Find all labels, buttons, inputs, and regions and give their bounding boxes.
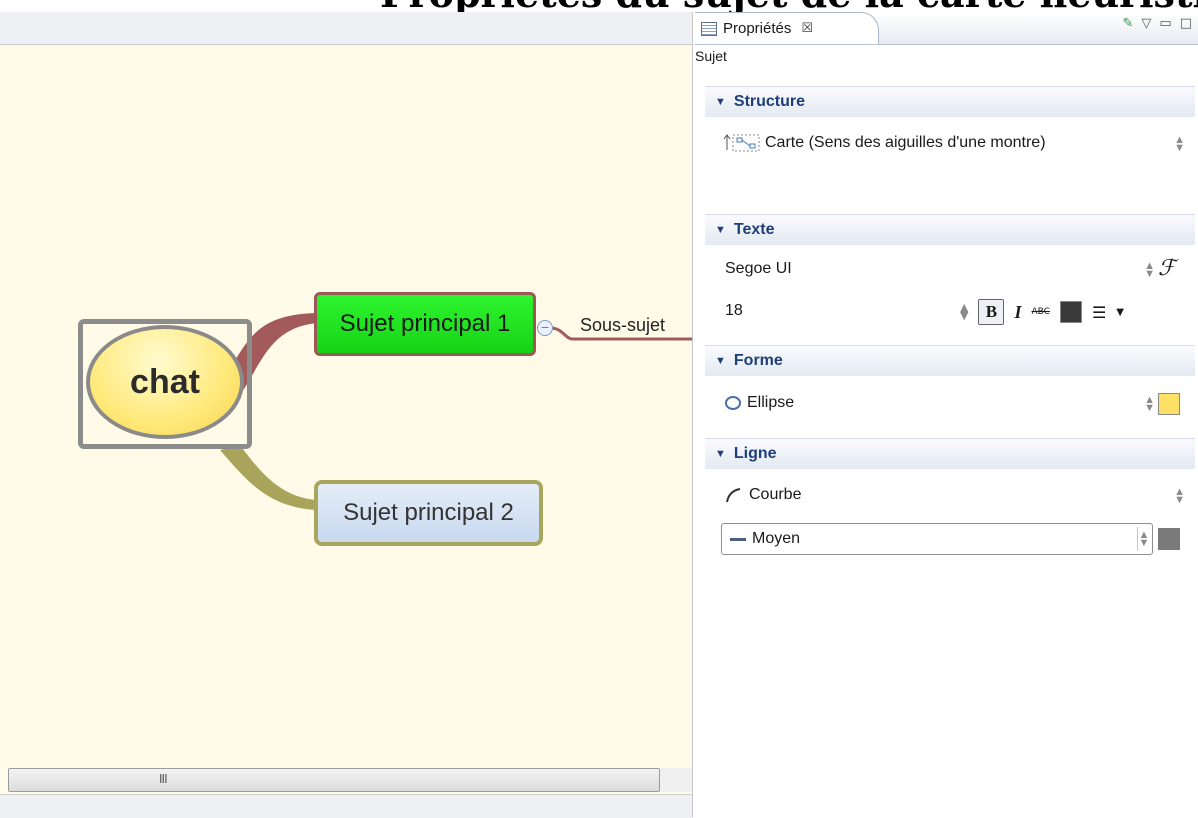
spinner-icon[interactable]: ▲ ▼ <box>1137 527 1150 551</box>
ellipse-icon <box>725 396 741 410</box>
horizontal-scrollbar[interactable]: III <box>8 768 660 792</box>
spinner-icon[interactable]: ▲ ▼ <box>1144 395 1155 414</box>
central-topic[interactable]: chat <box>86 325 244 439</box>
scroll-corner <box>660 768 692 792</box>
section-structure-title: Structure <box>733 93 806 110</box>
selection-type-label: Sujet <box>695 48 727 64</box>
view-toolbar: ✎ ▽ ▭ □ <box>1123 16 1193 31</box>
line-width-value: Moyen <box>752 530 801 547</box>
expand-triangle-icon: ▼ <box>715 448 726 460</box>
section-shape-header[interactable]: ▼ Forme <box>705 345 1195 376</box>
spinner-icon[interactable]: ▲ ▼ <box>1174 135 1185 154</box>
text-style-toolbar: ▲ ▼ B I ABC ☰ ▼ <box>960 299 1124 325</box>
structure-value: Carte (Sens des aiguilles d'une montre) <box>765 134 1046 151</box>
line-width-select[interactable]: Moyen ▲ ▼ <box>721 523 1153 555</box>
status-bar <box>0 794 692 818</box>
map-structure-icon <box>723 134 760 152</box>
section-shape-title: Forme <box>733 352 783 369</box>
pin-icon[interactable]: ✎ <box>1123 16 1134 31</box>
section-text-header[interactable]: ▼ Texte <box>705 214 1195 245</box>
mindmap-editor: chat Sujet principal 1 − Sous-sujet Suje… <box>0 12 693 818</box>
main-topic-1[interactable]: Sujet principal 1 <box>314 292 536 356</box>
spinner-icon[interactable]: ▲ ▼ <box>1144 261 1155 280</box>
spinner-icon[interactable]: ▲ ▼ <box>960 302 968 321</box>
subtopic[interactable]: Sous-sujet <box>580 315 665 336</box>
font-family-value: Segoe UI <box>725 260 792 277</box>
editor-toolbar <box>0 12 692 45</box>
italic-button[interactable]: I <box>1014 302 1021 323</box>
shape-select[interactable]: Ellipse ▲ ▼ <box>725 394 1155 414</box>
expand-triangle-icon: ▼ <box>715 355 726 367</box>
branch-connector-2 <box>220 445 316 510</box>
section-line-header[interactable]: ▼ Ligne <box>705 438 1195 469</box>
section-structure-header[interactable]: ▼ Structure <box>705 86 1195 117</box>
section-line-title: Ligne <box>733 445 777 462</box>
tab-properties-label: Propriétés <box>723 20 792 37</box>
align-left-icon[interactable]: ☰ <box>1092 303 1106 322</box>
line-color-button[interactable] <box>1158 528 1180 550</box>
bold-button[interactable]: B <box>978 299 1005 325</box>
main-topic-2[interactable]: Sujet principal 2 <box>314 480 543 546</box>
line-width-icon <box>730 537 746 541</box>
expand-triangle-icon: ▼ <box>715 96 726 108</box>
expand-triangle-icon: ▼ <box>715 224 726 236</box>
strikethrough-button[interactable]: ABC <box>1031 307 1049 317</box>
spinner-icon[interactable]: ▲ ▼ <box>1174 487 1185 506</box>
font-family-select[interactable]: Segoe UI ▲ ▼ <box>725 260 1155 280</box>
tab-properties[interactable]: Propriétés ☒ <box>695 12 879 44</box>
font-size-select[interactable]: 18 <box>725 302 965 320</box>
view-menu-icon[interactable]: ▽ <box>1141 16 1151 31</box>
chevron-down-icon[interactable]: ▼ <box>1116 307 1124 318</box>
section-text-title: Texte <box>733 221 775 238</box>
text-color-button[interactable] <box>1059 301 1082 323</box>
curve-line-icon <box>726 488 741 503</box>
collapse-icon[interactable]: − <box>537 320 553 336</box>
structure-select[interactable]: Carte (Sens des aiguilles d'une montre) … <box>723 132 1185 154</box>
close-icon[interactable]: ☒ <box>801 21 813 36</box>
line-shape-value: Courbe <box>749 486 802 503</box>
properties-tabbar: Propriétés ☒ ✎ ▽ ▭ □ <box>695 12 1198 45</box>
shape-value: Ellipse <box>747 394 795 411</box>
maximize-icon[interactable]: □ <box>1180 16 1192 31</box>
properties-view-icon <box>701 21 717 36</box>
font-size-value: 18 <box>725 302 743 319</box>
scrollbar-grip-icon[interactable]: III <box>159 772 168 786</box>
properties-panel: Propriétés ☒ ✎ ▽ ▭ □ Sujet ▼ Structure C… <box>695 12 1198 817</box>
mindmap-canvas[interactable]: chat Sujet principal 1 − Sous-sujet Suje… <box>0 45 692 765</box>
line-shape-select[interactable]: Courbe ▲ ▼ <box>725 486 1185 506</box>
font-chooser-button[interactable]: ℱ <box>1158 256 1175 281</box>
fill-color-button[interactable] <box>1158 393 1180 415</box>
minimize-icon[interactable]: ▭ <box>1159 16 1171 31</box>
